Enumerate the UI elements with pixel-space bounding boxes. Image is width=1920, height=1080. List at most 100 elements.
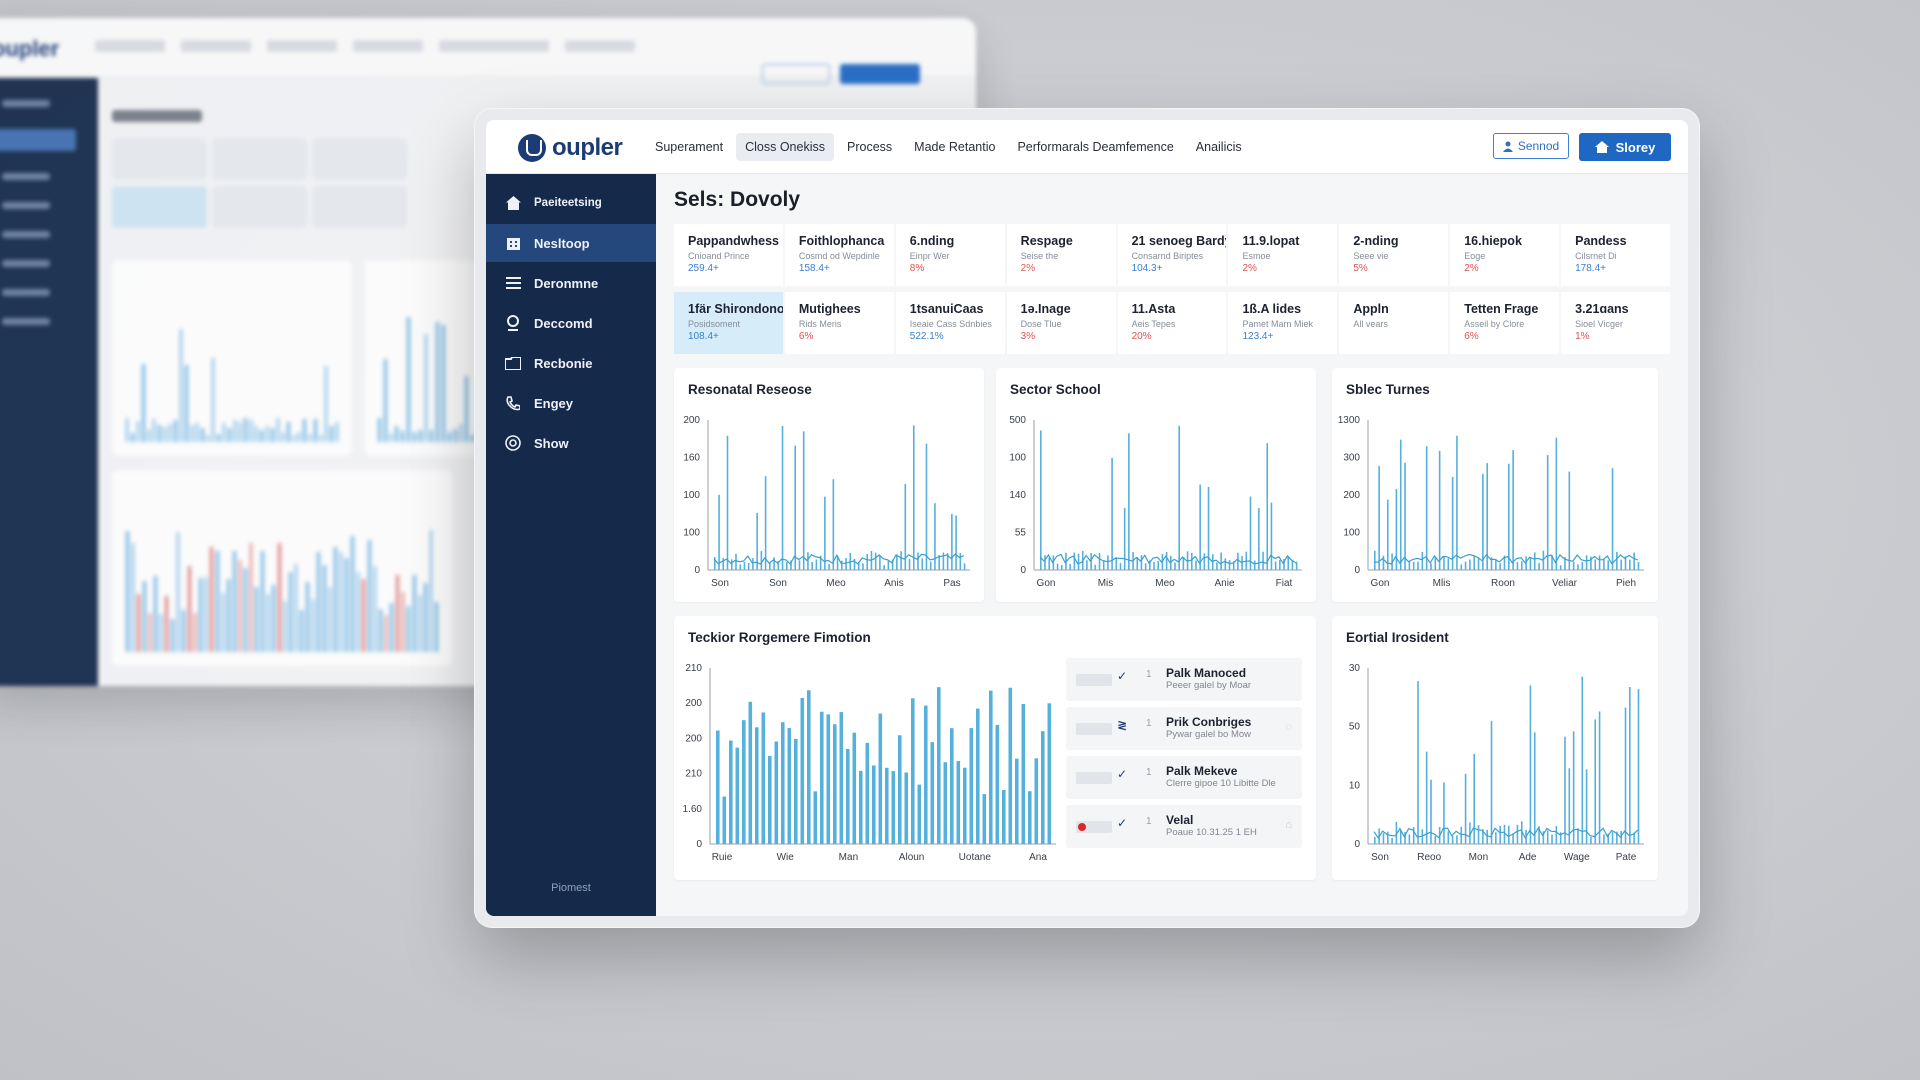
- x-tick-label: Reoo: [1417, 852, 1441, 863]
- kpi-value: 158.4+: [798, 263, 830, 274]
- bar: [1086, 560, 1088, 570]
- kpi-card[interactable]: 6.nding Einpr Wer 8%: [895, 224, 1005, 286]
- kpi-card[interactable]: 1ə.Inage Dose Tlue 3%: [1006, 292, 1116, 354]
- kpi-card[interactable]: 16.hiepok Eoge 2%: [1450, 224, 1560, 286]
- kpi-card[interactable]: 3.21ɑans Sioel Vicger 1%: [1561, 292, 1671, 354]
- bar: [730, 559, 733, 570]
- y-tick-label: 210: [685, 769, 702, 780]
- bar: [1279, 559, 1281, 570]
- task-item[interactable]: ✓ 1 Velal Poaue 10.31.25 1 EH ⌂: [1066, 805, 1302, 848]
- toggle-switch[interactable]: [1076, 723, 1112, 735]
- sidebar-item-label: Show: [534, 435, 569, 451]
- kpi-card[interactable]: 11.Asta Aeis Tepes 20%: [1117, 292, 1227, 354]
- kpi-card[interactable]: 1fär Shirondonos Posidsoment 108.4+: [674, 292, 783, 354]
- check-icon: ✓: [1117, 767, 1128, 781]
- bg-bar: [227, 579, 230, 652]
- page-title: Sels: Dovoly: [674, 188, 801, 211]
- kpi-card[interactable]: 1ß.A lides Pamet Marn Miek 123.4+: [1228, 292, 1338, 354]
- nav-item[interactable]: Superament: [646, 133, 732, 161]
- kpi-card[interactable]: Mutighees Rids Meris 6%: [784, 292, 894, 354]
- bar: [1572, 561, 1575, 570]
- bg-bar: [418, 430, 422, 442]
- bar: [1538, 563, 1540, 570]
- bar: [726, 435, 729, 570]
- sennod-button[interactable]: Sennod: [1493, 133, 1569, 159]
- sennod-button-label: Sennod: [1517, 139, 1560, 153]
- bar: [1529, 557, 1532, 570]
- slorey-button[interactable]: Slorey: [1579, 133, 1671, 161]
- bar: [1098, 552, 1101, 570]
- kpi-card[interactable]: 2-nding Seee vie 5%: [1339, 224, 1449, 286]
- bar: [1203, 553, 1206, 570]
- nav-item[interactable]: Anailicis: [1187, 133, 1251, 161]
- bar: [833, 724, 837, 844]
- bar: [1386, 499, 1389, 570]
- bar: [1495, 832, 1497, 844]
- sidebar-item-deccomd[interactable]: Deccomd: [486, 304, 656, 342]
- bar: [872, 765, 876, 844]
- bg-bar: [276, 418, 279, 442]
- chart-c3: 1300 300 200 100 0 Gon Mlis Roon Veliar Pieh: [1338, 415, 1644, 589]
- front-window: oupler Superament Closs Onekiss Process …: [474, 108, 1700, 928]
- bar: [924, 705, 928, 844]
- bar: [773, 557, 775, 570]
- bar: [917, 784, 922, 844]
- x-tick-label: Son: [769, 578, 787, 589]
- y-tick-label: 0: [694, 565, 700, 576]
- sidebar-item-show[interactable]: Show: [486, 424, 656, 462]
- task-action-icon[interactable]: ⌂: [1285, 819, 1292, 831]
- nav-item-active[interactable]: Closs Onekiss: [736, 133, 834, 161]
- kpi-card[interactable]: Pappandwhess Cnioand Prince 259.4+: [674, 224, 783, 286]
- sidebar-item-recbonie[interactable]: Recbonie: [486, 344, 656, 382]
- sidebar-item-deronmne[interactable]: Deronmne: [486, 264, 656, 302]
- y-tick-label: 0: [1354, 565, 1360, 576]
- nav-item[interactable]: Process: [838, 133, 901, 161]
- logo[interactable]: oupler: [518, 134, 623, 162]
- bg-bar: [294, 564, 298, 652]
- nav-item[interactable]: Performarals Deamfemence: [1008, 133, 1182, 161]
- bar: [1270, 502, 1273, 570]
- bg-bar: [459, 423, 463, 442]
- bar: [845, 558, 847, 570]
- toggle-switch[interactable]: [1076, 674, 1112, 686]
- sidebar-item-paeiteetsing[interactable]: Paeiteetsing: [486, 184, 656, 222]
- kpi-name: 11.9.lopat: [1242, 234, 1300, 248]
- task-item[interactable]: ✓ 1 Palk Mekeve Clerre gipoe 10 Libitte Dle: [1066, 756, 1302, 799]
- kpi-card[interactable]: 11.9.lopat Esmoe 2%: [1228, 224, 1338, 286]
- app-window: oupler Superament Closs Onekiss Process …: [486, 120, 1688, 916]
- kpi-card[interactable]: 1tsanuiCaas Iseaie Cass Sdnbies 522.1%: [895, 292, 1005, 354]
- bar: [1520, 561, 1523, 570]
- x-tick-label: Uotane: [959, 852, 992, 863]
- nav-item[interactable]: Made Retantio: [905, 133, 1004, 161]
- task-action-icon[interactable]: ◌: [1285, 721, 1292, 733]
- building-icon: [504, 234, 522, 252]
- sidebar: Paeiteetsing Nesltoop Deronmne Deccomd R…: [486, 174, 656, 916]
- sidebar-item-nesltoop[interactable]: Nesltoop: [486, 224, 656, 262]
- bg-bar: [442, 324, 445, 442]
- bar: [885, 767, 889, 844]
- kpi-card[interactable]: Tetten Frage Asseil by Clore 6%: [1450, 292, 1560, 354]
- bg-bar: [244, 418, 247, 442]
- bar: [815, 559, 818, 570]
- bar: [756, 512, 758, 570]
- task-item[interactable]: ✓ 1 Palk Manoced Peeer galel by Moar: [1066, 658, 1302, 701]
- bar: [722, 796, 727, 844]
- kpi-subtitle: Seee vie: [1353, 251, 1389, 261]
- kpi-card[interactable]: Pandess Cilsrnet Di 178.4+: [1561, 224, 1671, 286]
- y-tick-label: 1.60: [683, 804, 703, 815]
- bar: [1590, 837, 1592, 844]
- x-tick-label: Anie: [1214, 578, 1234, 589]
- sidebar-item-engey[interactable]: Engey: [486, 384, 656, 422]
- bar: [743, 561, 746, 570]
- task-item[interactable]: ≷ 1 Prik Conbriges Pywar galel bo Mow ◌: [1066, 707, 1302, 750]
- kpi-card[interactable]: Respage Seise the 2%: [1006, 224, 1116, 286]
- bar: [1056, 563, 1059, 570]
- kpi-card[interactable]: Foithlophanca Cosmd od Wepdinle 158.4+: [784, 224, 894, 286]
- toggle-switch[interactable]: [1076, 772, 1112, 784]
- bg-bar: [195, 422, 199, 442]
- bar: [1598, 555, 1601, 570]
- bar: [1464, 773, 1467, 844]
- bg-primary-button: [840, 64, 920, 84]
- kpi-card[interactable]: Appln All vears: [1339, 292, 1449, 354]
- kpi-card[interactable]: 21 senoeg Bardy Consarnd Biriptes 104.3+: [1117, 224, 1227, 286]
